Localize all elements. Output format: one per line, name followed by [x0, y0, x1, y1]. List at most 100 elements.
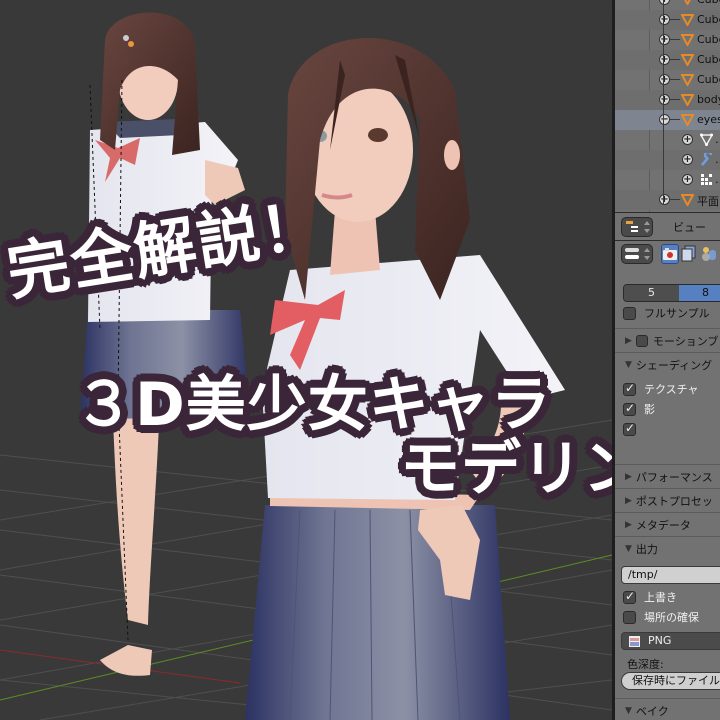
editor-type-button[interactable]	[621, 217, 653, 237]
shading-option-checkbox[interactable]	[623, 421, 636, 436]
outliner-item-label: …	[715, 173, 720, 186]
expand-icon[interactable]: +	[682, 174, 693, 185]
outliner-row[interactable]: + 平面	[615, 190, 720, 210]
outliner: + Cube + Cube + Cube + Cube + Cube	[615, 0, 720, 212]
right-panel: + Cube + Cube + Cube + Cube + Cube	[615, 0, 720, 720]
mesh-object-icon	[681, 94, 694, 106]
mesh-object-icon	[684, 0, 691, 5]
properties-body: 5 8 フルサンプル ▶ モーションブ ▼ シェーディング テクスチャ 影	[615, 268, 720, 720]
section-metadata[interactable]: ▶ メタデータ	[615, 512, 720, 536]
mesh-data-icon	[700, 133, 713, 146]
mesh-object-icon	[681, 34, 694, 46]
title-line-3: モデリング	[400, 434, 612, 504]
properties-header: ビュー	[615, 212, 720, 240]
section-shading[interactable]: ▼ シェーディング	[615, 352, 720, 376]
outliner-row[interactable]: + …	[615, 170, 720, 190]
character-model-small	[80, 12, 250, 676]
outliner-item-label: …	[715, 133, 720, 146]
mesh-object-icon	[681, 54, 694, 66]
properties-tabs	[615, 240, 720, 268]
outliner-editor-icon	[626, 221, 650, 233]
texture-label: テクスチャ	[644, 383, 699, 396]
scene-icon	[702, 247, 716, 261]
collapse-triangle-icon: ▼	[625, 705, 632, 716]
expand-icon[interactable]: +	[659, 94, 670, 105]
outliner-row[interactable]: + Cube	[615, 0, 720, 10]
tab-scene[interactable]	[701, 244, 719, 264]
wrench-modifier-icon	[701, 153, 713, 166]
shading-option-checkbox-row[interactable]	[623, 420, 644, 438]
texture-checkbox[interactable]	[623, 381, 636, 396]
expand-triangle-icon: ▶	[625, 495, 632, 506]
save-as-render-button[interactable]: 保存時にファイル	[621, 672, 720, 690]
outliner-item-label: Cube	[697, 33, 720, 46]
placeholders-checkbox[interactable]	[623, 610, 636, 624]
expand-icon[interactable]: +	[659, 34, 670, 45]
texture-checkbox-row[interactable]: テクスチャ	[623, 380, 699, 398]
full-sample-checkbox[interactable]	[623, 306, 636, 320]
placeholders-checkbox-row[interactable]: 場所の確保	[623, 608, 699, 626]
shadow-checkbox-row[interactable]: 影	[623, 400, 655, 418]
file-format-value: PNG	[648, 634, 672, 647]
outliner-tree-line	[663, 0, 664, 205]
section-bake[interactable]: ▼ ベイク	[615, 698, 720, 720]
overwrite-checkbox-row[interactable]: 上書き	[623, 588, 677, 606]
expand-icon[interactable]: +	[659, 0, 670, 5]
full-sample-label: フルサンプル	[644, 307, 710, 320]
image-file-icon	[629, 636, 640, 647]
outliner-row[interactable]: + Cube	[615, 10, 720, 30]
outliner-item-label: Cube	[697, 73, 720, 86]
motion-blur-checkbox[interactable]	[635, 334, 648, 347]
tab-render[interactable]	[661, 244, 679, 264]
render-layers-icon	[681, 245, 696, 262]
overwrite-checkbox[interactable]	[623, 589, 636, 604]
output-path-field[interactable]: /tmp/	[621, 566, 720, 584]
color-depth-label: 色深度:	[627, 658, 664, 671]
collapse-triangle-icon: ▼	[625, 359, 632, 370]
expand-icon[interactable]: +	[659, 74, 670, 85]
editor-type-button[interactable]	[621, 244, 653, 264]
vertex-groups-icon	[701, 174, 712, 185]
expand-triangle-icon: ▶	[625, 471, 632, 482]
outliner-row[interactable]: + Cube	[615, 50, 720, 70]
tab-render-layers[interactable]	[681, 244, 699, 264]
expand-icon[interactable]: +	[659, 14, 670, 25]
shadow-label: 影	[644, 403, 655, 416]
outliner-row-selected[interactable]: − eyes	[615, 110, 720, 130]
mesh-object-icon	[681, 14, 694, 26]
samples-segmented-control[interactable]: 5 8	[623, 284, 720, 302]
mesh-object-icon	[681, 194, 694, 206]
camera-icon	[663, 248, 677, 260]
full-sample-checkbox-row[interactable]: フルサンプル	[623, 304, 710, 322]
outliner-row[interactable]: + …	[615, 130, 720, 150]
file-format-dropdown[interactable]: PNG	[621, 632, 720, 650]
outliner-item-label: …	[715, 153, 720, 166]
expand-icon[interactable]: +	[682, 154, 693, 165]
outliner-row[interactable]: + body	[615, 90, 720, 110]
samples-option-5[interactable]: 5	[624, 285, 679, 301]
outliner-row[interactable]: + …	[615, 150, 720, 170]
view-menu[interactable]: ビュー	[673, 219, 706, 235]
shadow-checkbox[interactable]	[623, 401, 636, 416]
mesh-object-icon	[681, 74, 694, 86]
section-motion-blur[interactable]: ▶ モーションブ	[615, 328, 720, 352]
expand-icon[interactable]: +	[659, 54, 670, 65]
collapse-icon[interactable]: −	[659, 114, 670, 125]
expand-triangle-icon: ▶	[625, 519, 632, 530]
outliner-item-label: body	[697, 93, 720, 106]
outliner-row[interactable]: + Cube	[615, 70, 720, 90]
expand-icon[interactable]: +	[682, 134, 693, 145]
section-performance[interactable]: ▶ パフォーマンス	[615, 464, 720, 488]
outliner-row[interactable]: + Cube	[615, 30, 720, 50]
expand-triangle-icon: ▶	[625, 335, 632, 346]
section-post-processing[interactable]: ▶ ポストプロセッ	[615, 488, 720, 512]
properties-editor-icon	[625, 248, 650, 260]
outliner-item-label: Cube	[697, 0, 720, 6]
section-output[interactable]: ▼ 出力	[615, 536, 720, 560]
samples-option-8[interactable]: 8	[678, 285, 720, 301]
3d-viewport[interactable]: 完全解説！ ３D美少女キャラ モデリング	[0, 0, 612, 720]
outliner-item-label: Cube	[697, 53, 720, 66]
outliner-item-label: eyes	[697, 113, 720, 126]
expand-icon[interactable]: +	[659, 194, 670, 205]
collapse-triangle-icon: ▼	[625, 543, 632, 554]
